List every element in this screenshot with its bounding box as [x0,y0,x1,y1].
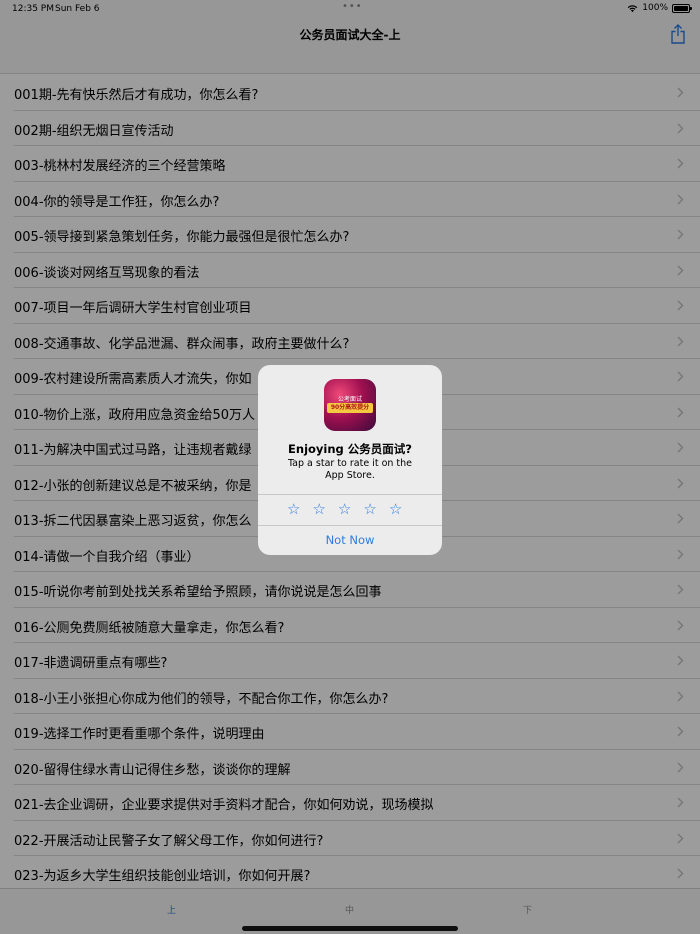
app-icon: 公考面试 90分高效提分 [324,379,376,431]
app-icon-band-text: 90分高效提分 [327,403,373,413]
alert-message: Tap a star to rate it on the App Store. [287,458,413,481]
star-icon-3[interactable]: ☆ [338,502,351,517]
star-icon-2[interactable]: ☆ [312,502,325,517]
rating-alert: 公考面试 90分高效提分 Enjoying 公务员面试? Tap a star … [258,365,442,555]
star-icon-1[interactable]: ☆ [287,502,300,517]
star-icon-4[interactable]: ☆ [363,502,376,517]
star-icon-5[interactable]: ☆ [389,502,402,517]
not-now-button[interactable]: Not Now [258,533,442,547]
alert-divider [258,494,442,495]
alert-title: Enjoying 公务员面试? [288,442,412,456]
app-icon-top-text: 公考面试 [337,396,362,403]
alert-divider [258,525,442,526]
star-rating: ☆ ☆ ☆ ☆ ☆ [287,502,402,517]
